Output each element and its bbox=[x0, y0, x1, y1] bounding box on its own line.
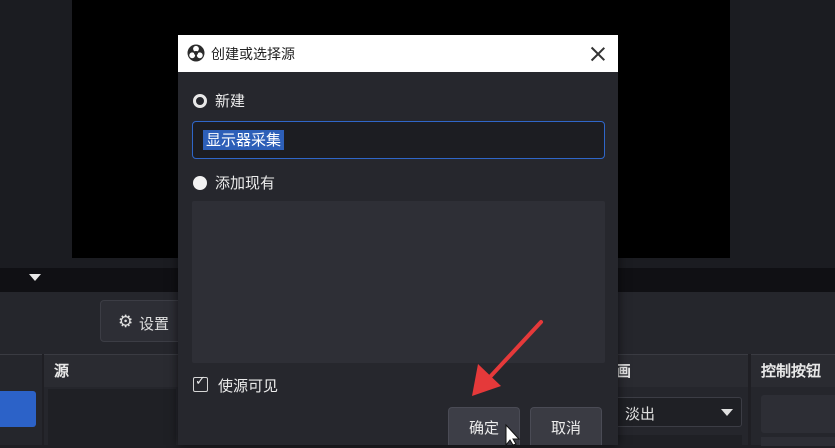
source-name-input[interactable]: 显示器采集 bbox=[192, 121, 605, 159]
transitions-panel-title: 画 bbox=[606, 355, 748, 387]
chevron-down-icon[interactable] bbox=[29, 274, 41, 281]
source-name-selected-text: 显示器采集 bbox=[203, 130, 285, 150]
transition-select-value: 淡出 bbox=[625, 405, 656, 423]
check-icon: ✓ bbox=[195, 374, 206, 389]
controls-panel: 控制按钮 bbox=[751, 354, 835, 446]
ok-button[interactable]: 确定 bbox=[448, 407, 520, 445]
dialog-title: 创建或选择源 bbox=[211, 47, 295, 63]
settings-button[interactable]: ⚙ 设置 bbox=[100, 300, 190, 342]
settings-label: 设置 bbox=[139, 315, 170, 333]
transition-duration-field[interactable] bbox=[614, 435, 742, 446]
existing-sources-list[interactable] bbox=[192, 201, 605, 363]
make-source-visible-label[interactable]: 使源可见 bbox=[218, 375, 278, 396]
radio-create-new-label[interactable]: 新建 bbox=[215, 90, 245, 111]
scenes-panel bbox=[0, 354, 42, 445]
left-dock-area bbox=[0, 0, 72, 268]
chevron-down-icon bbox=[721, 409, 733, 416]
radio-add-existing[interactable] bbox=[193, 176, 207, 190]
radio-create-new[interactable] bbox=[193, 94, 207, 108]
transition-select[interactable]: 淡出 bbox=[614, 397, 742, 427]
make-source-visible-checkbox[interactable]: ✓ bbox=[193, 374, 208, 392]
start-streaming-button[interactable] bbox=[761, 395, 835, 433]
obs-logo-icon bbox=[187, 44, 205, 62]
dialog-titlebar: 创建或选择源 bbox=[178, 35, 618, 72]
selected-scene-item[interactable] bbox=[0, 391, 36, 427]
gear-icon: ⚙ bbox=[118, 312, 134, 332]
sources-panel: 源 bbox=[44, 354, 180, 446]
cancel-button[interactable]: 取消 bbox=[530, 407, 602, 445]
right-dock-area bbox=[730, 0, 835, 268]
sources-panel-title: 源 bbox=[44, 355, 180, 387]
radio-add-existing-label[interactable]: 添加现有 bbox=[215, 172, 275, 193]
transitions-panel: 画 淡出 bbox=[606, 354, 748, 446]
create-or-select-source-dialog: 创建或选择源 新建 显示器采集 添加现有 ✓ 使源可见 确定 取消 bbox=[178, 35, 618, 445]
sources-list[interactable] bbox=[48, 389, 176, 446]
controls-panel-title: 控制按钮 bbox=[751, 355, 835, 387]
close-icon[interactable] bbox=[584, 40, 612, 68]
